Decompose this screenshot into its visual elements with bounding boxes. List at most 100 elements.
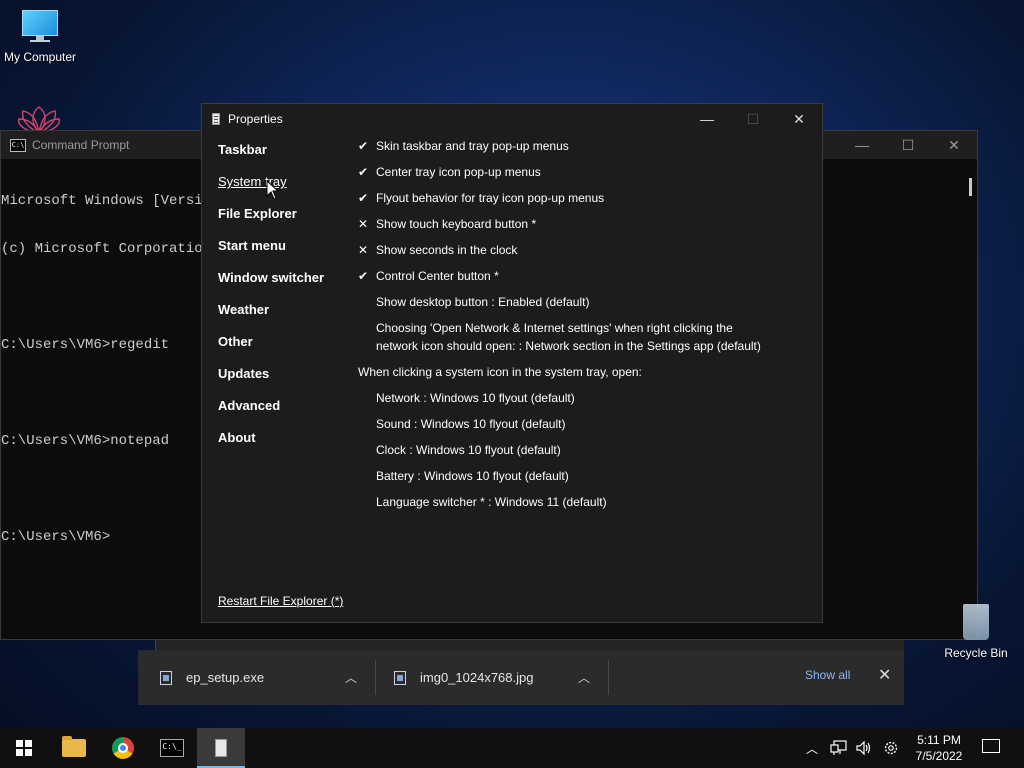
network-icon[interactable] — [830, 740, 848, 756]
option-language-switcher[interactable]: Language switcher * : Windows 11 (defaul… — [358, 493, 808, 511]
download-filename: img0_1024x768.jpg — [420, 670, 534, 685]
clock-date: 7/5/2022 — [915, 749, 963, 763]
divider — [608, 660, 609, 695]
properties-maximize-button: ☐ — [746, 110, 760, 127]
download-options-chevron-icon[interactable]: ︿ — [578, 669, 590, 686]
download-options-chevron-icon[interactable]: ︿ — [345, 669, 357, 686]
option-label: Choosing 'Open Network & Internet settin… — [376, 321, 761, 353]
taskbar-chrome[interactable] — [99, 728, 147, 768]
download-item-img0[interactable]: img0_1024x768.jpg — [394, 650, 533, 705]
properties-window[interactable]: Properties — ☐ ✕ Taskbar System tray Fil… — [201, 103, 823, 623]
monitor-icon — [20, 10, 60, 42]
checkmark-icon: ✔ — [358, 139, 369, 153]
cmd-maximize-button[interactable]: ☐ — [885, 131, 931, 159]
nav-item-window-switcher[interactable]: Window switcher — [218, 269, 324, 301]
taskbar-file-explorer[interactable] — [50, 728, 98, 768]
console-line: (c) Microsoft Corporation — [1, 241, 212, 257]
terminal-icon: C:\_ — [160, 739, 184, 757]
cmd-scrollbar-thumb[interactable] — [969, 178, 972, 196]
option-network-settings[interactable]: Choosing 'Open Network & Internet settin… — [358, 319, 808, 355]
show-all-downloads-link[interactable]: Show all — [805, 668, 850, 682]
properties-icon — [215, 739, 227, 757]
gear-icon[interactable] — [882, 739, 900, 757]
start-button[interactable] — [0, 728, 48, 768]
properties-app-icon — [212, 113, 220, 125]
console-line: Microsoft Windows [Versio — [1, 193, 212, 209]
properties-titlebar[interactable]: Properties — ☐ ✕ — [202, 104, 822, 134]
my-computer-icon[interactable]: My Computer — [2, 10, 78, 64]
option-touch-keyboard[interactable]: ✕ Show touch keyboard button * — [358, 215, 808, 233]
option-show-seconds[interactable]: ✕ Show seconds in the clock — [358, 241, 808, 259]
option-label: Sound : Windows 10 flyout (default) — [376, 417, 566, 431]
cmd-title: Command Prompt — [32, 138, 130, 152]
taskbar-properties[interactable] — [197, 728, 245, 768]
cross-icon: ✕ — [358, 217, 369, 231]
option-label: Center tray icon pop-up menus — [376, 165, 541, 179]
option-label: Battery : Windows 10 flyout (default) — [376, 469, 569, 483]
notification-center-icon[interactable] — [982, 739, 1000, 753]
option-label: Clock : Windows 10 flyout (default) — [376, 443, 561, 457]
taskbar-command-prompt[interactable]: C:\_ — [148, 728, 196, 768]
option-network-flyout[interactable]: Network : Windows 10 flyout (default) — [358, 389, 808, 407]
option-skin-taskbar[interactable]: ✔ Skin taskbar and tray pop-up menus — [358, 137, 808, 155]
properties-title: Properties — [228, 112, 283, 126]
download-bar: ep_setup.exe ︿ img0_1024x768.jpg ︿ Show … — [138, 650, 904, 705]
mouse-cursor-icon — [266, 180, 280, 200]
chrome-icon — [112, 737, 134, 759]
cmd-close-button[interactable]: ✕ — [931, 131, 977, 159]
option-battery-flyout[interactable]: Battery : Windows 10 flyout (default) — [358, 467, 808, 485]
option-label: Flyout behavior for tray icon pop-up men… — [376, 191, 605, 205]
recycle-bin-icon[interactable]: Recycle Bin — [944, 604, 1008, 660]
nav-item-weather[interactable]: Weather — [218, 301, 324, 333]
divider — [375, 660, 376, 695]
download-item-ep-setup[interactable]: ep_setup.exe — [160, 650, 264, 705]
option-label: Skin taskbar and tray pop-up menus — [376, 139, 569, 153]
console-line: C:\Users\VM6>regedit — [1, 337, 170, 353]
nav-item-file-explorer[interactable]: File Explorer — [218, 205, 324, 237]
file-icon — [160, 670, 172, 685]
nav-item-start-menu[interactable]: Start menu — [218, 237, 324, 269]
volume-icon[interactable] — [855, 740, 873, 756]
close-download-bar-icon[interactable]: ✕ — [878, 665, 891, 685]
folder-icon — [62, 736, 86, 757]
restart-file-explorer-link[interactable]: Restart File Explorer (*) — [218, 594, 343, 608]
checkmark-icon: ✔ — [358, 191, 369, 205]
option-sound-flyout[interactable]: Sound : Windows 10 flyout (default) — [358, 415, 808, 433]
trash-icon — [963, 604, 989, 640]
system-tray-options: ✔ Skin taskbar and tray pop-up menus ✔ C… — [358, 137, 808, 519]
cmd-console[interactable]: Microsoft Windows [Versio (c) Microsoft … — [1, 161, 211, 577]
checkmark-icon: ✔ — [358, 165, 369, 179]
properties-minimize-button[interactable]: — — [684, 104, 730, 134]
my-computer-label: My Computer — [3, 50, 77, 64]
option-flyout-behavior[interactable]: ✔ Flyout behavior for tray icon pop-up m… — [358, 189, 808, 207]
clock-time: 5:11 PM — [917, 733, 961, 747]
console-line: C:\Users\VM6> — [1, 529, 111, 545]
option-show-desktop-button[interactable]: Show desktop button : Enabled (default) — [358, 293, 808, 311]
cmd-app-icon: C:\ — [10, 138, 26, 152]
option-label: Network : Windows 10 flyout (default) — [376, 391, 575, 405]
download-filename: ep_setup.exe — [186, 670, 265, 685]
console-line: C:\Users\VM6>notepad — [1, 433, 170, 449]
properties-close-button[interactable]: ✕ — [776, 104, 822, 134]
section-header-label: When clicking a system icon in the syste… — [358, 365, 642, 379]
nav-item-updates[interactable]: Updates — [218, 365, 324, 397]
option-label: Show seconds in the clock — [376, 243, 518, 257]
nav-item-taskbar[interactable]: Taskbar — [218, 141, 324, 173]
option-label: Language switcher * : Windows 11 (defaul… — [376, 495, 607, 509]
recycle-bin-label: Recycle Bin — [944, 646, 1008, 660]
nav-item-about[interactable]: About — [218, 429, 324, 461]
option-control-center[interactable]: ✔ Control Center button * — [358, 267, 808, 285]
nav-item-advanced[interactable]: Advanced — [218, 397, 324, 429]
option-clock-flyout[interactable]: Clock : Windows 10 flyout (default) — [358, 441, 808, 459]
tray-show-hidden-icon[interactable]: ︿ — [806, 728, 818, 768]
nav-item-other[interactable]: Other — [218, 333, 324, 365]
taskbar-clock[interactable]: 5:11 PM 7/5/2022 — [908, 732, 970, 764]
option-center-tray-icon[interactable]: ✔ Center tray icon pop-up menus — [358, 163, 808, 181]
checkmark-icon: ✔ — [358, 269, 369, 283]
cmd-minimize-button[interactable]: — — [839, 131, 885, 159]
browser-page-strip — [155, 640, 904, 650]
windows-logo-icon — [16, 740, 32, 756]
